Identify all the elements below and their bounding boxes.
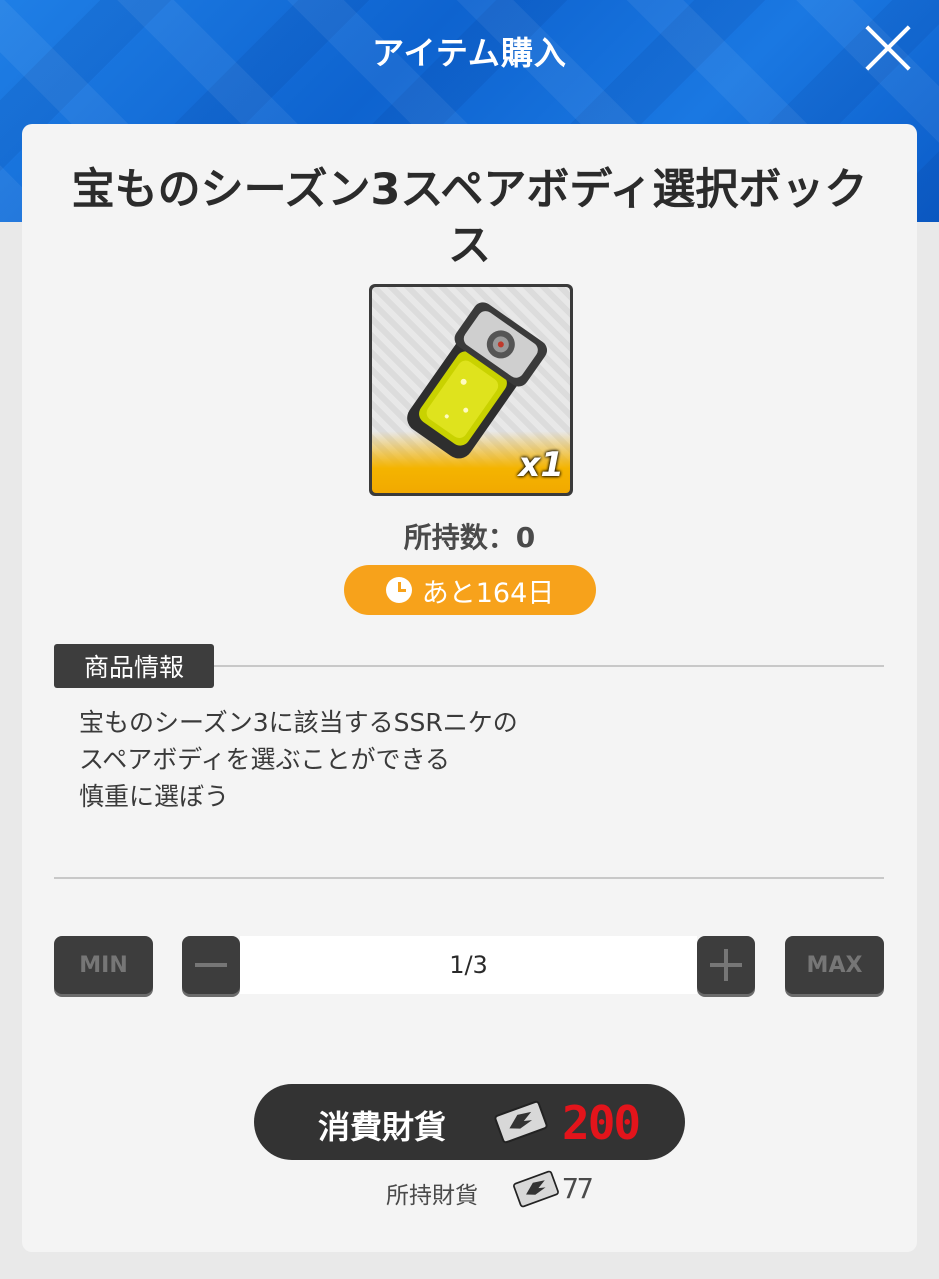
divider [54,877,884,879]
quantity-field[interactable]: 1/3 [240,936,697,994]
plus-icon [710,949,742,981]
clock-icon [385,577,412,603]
header-title: アイテム購入 [372,34,567,72]
description-line: スペアボディを選ぶことができる [79,745,451,774]
item-description: 宝ものシーズン3に該当するSSRニケの スペアボディを選ぶことができる 慎重に選… [79,704,839,815]
time-remaining-text: あと164日 [421,577,555,609]
decrement-button[interactable] [182,936,240,994]
ticket-icon [513,1170,559,1208]
min-button[interactable]: MIN [54,936,153,994]
held-currency-value: 77 [562,1172,594,1205]
quantity-badge: x1 [518,445,564,485]
ticket-icon [494,1100,548,1144]
time-remaining-badge: あと164日 [344,565,596,615]
cost-value: 200 [562,1096,641,1150]
purchase-dialog: 宝ものシーズン3スペアボディ選択ボックス x1 所持数：0 あと164日 商品情… [22,124,917,1252]
owned-count: 所持数：0 [403,521,536,554]
description-line: 宝ものシーズン3に該当するSSRニケの [79,708,518,737]
cost-label: 消費財貨 [318,1108,447,1146]
increment-button[interactable] [697,936,755,994]
purchase-button[interactable]: 消費財貨 200 [254,1084,685,1160]
close-icon[interactable] [862,22,914,74]
description-line: 慎重に選ぼう [79,782,230,811]
held-currency-label: 所持財貨 [386,1183,478,1209]
divider [214,665,884,667]
item-icon: x1 [369,284,573,496]
minus-icon [195,949,227,981]
max-button[interactable]: MAX [785,936,884,994]
section-label: 商品情報 [54,644,214,688]
item-title: 宝ものシーズン3スペアボディ選択ボックス [71,165,868,271]
